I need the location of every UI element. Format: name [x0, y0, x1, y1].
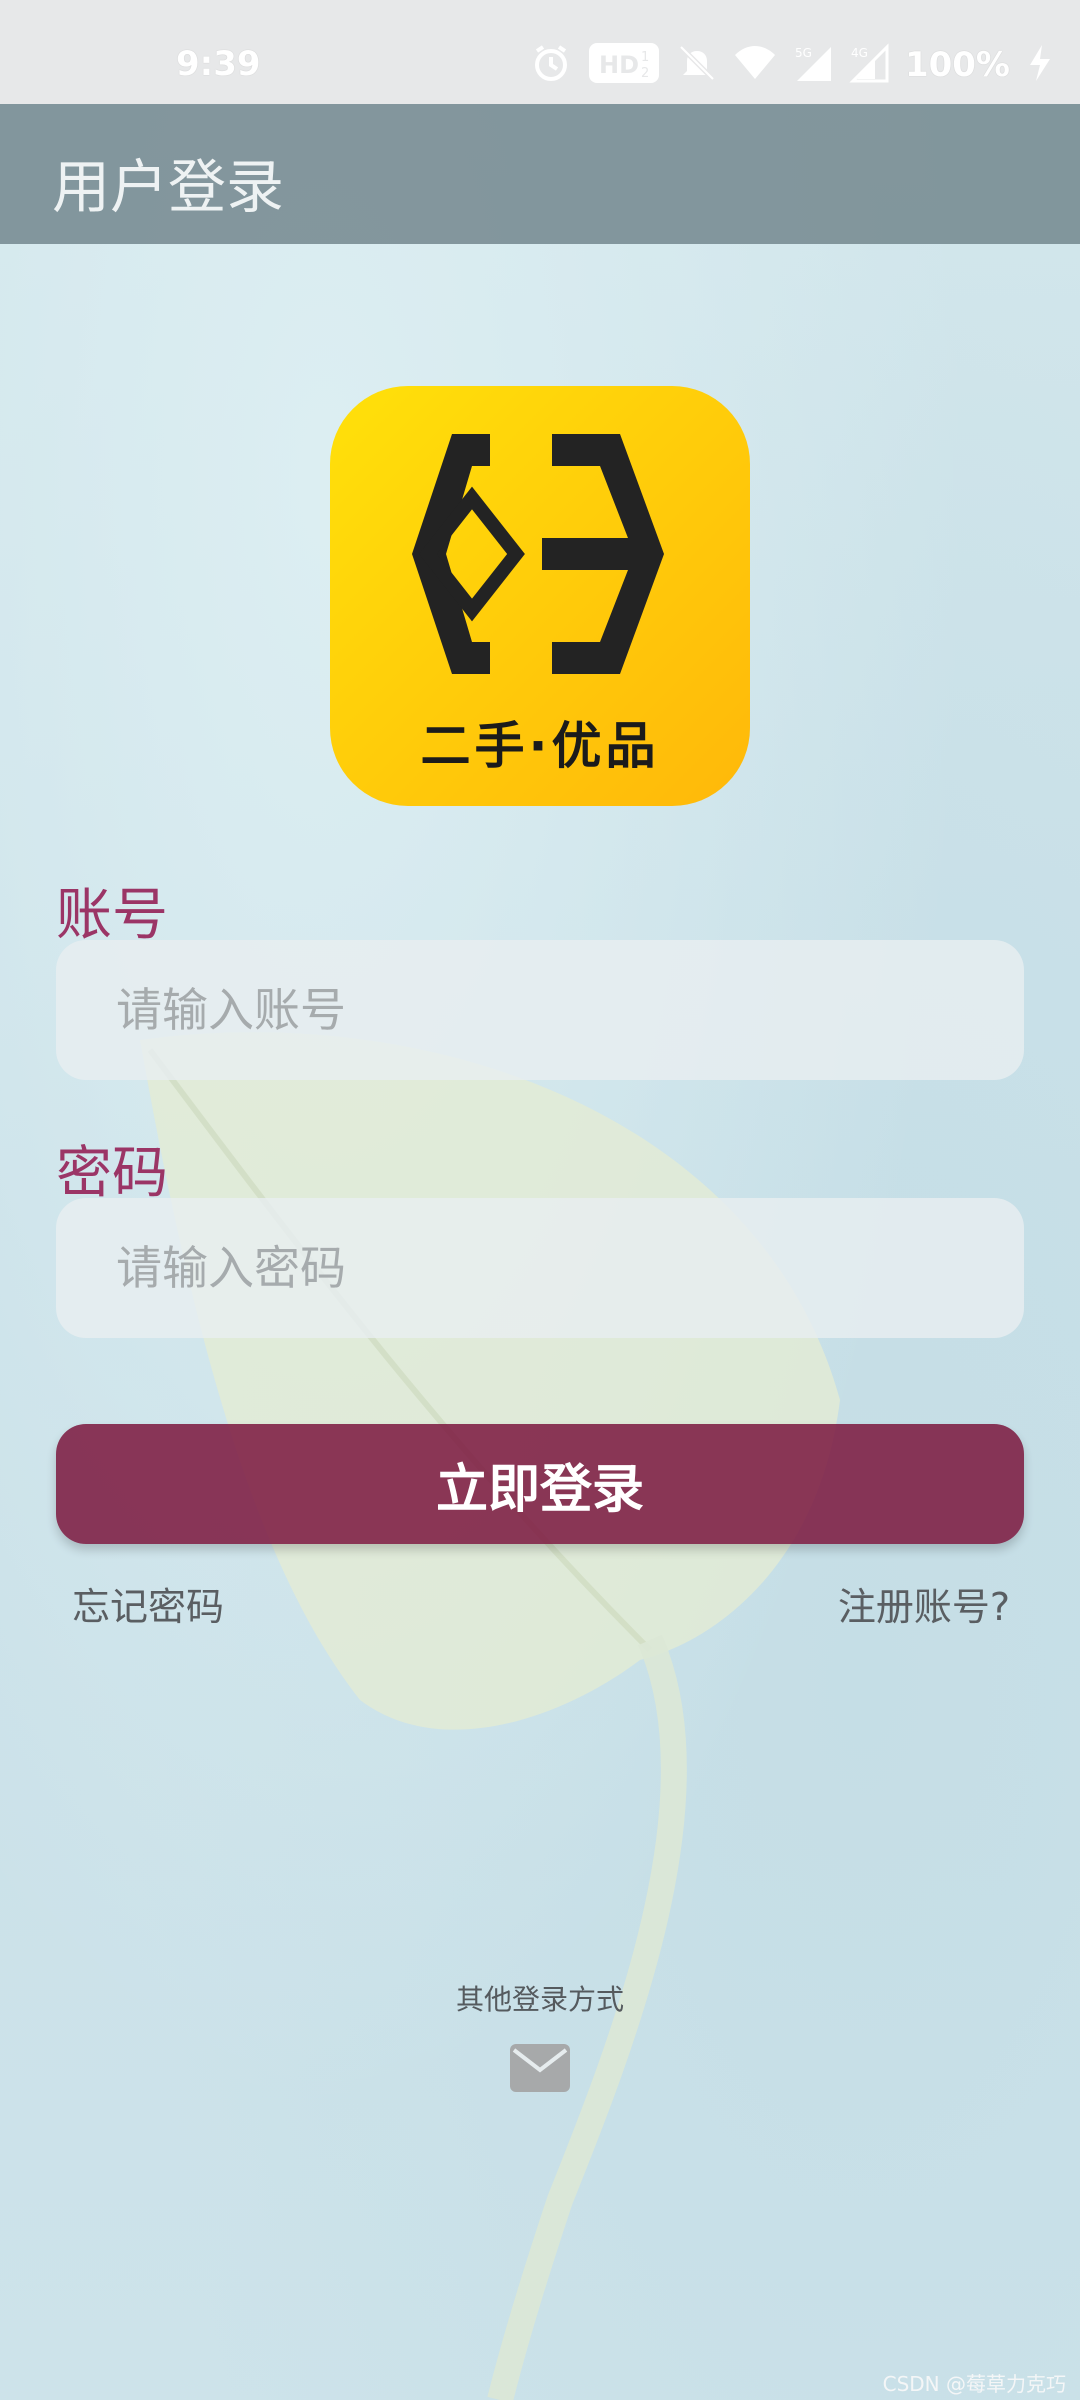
- svg-text:1: 1: [641, 50, 649, 65]
- mail-icon[interactable]: [510, 2044, 570, 2092]
- other-login-title: 其他登录方式: [455, 1983, 624, 2016]
- svg-text:HD: HD: [599, 51, 639, 79]
- forgot-password-link[interactable]: 忘记密码: [72, 1576, 224, 1631]
- mute-icon: [677, 43, 717, 87]
- password-input[interactable]: [116, 1198, 996, 1338]
- login-button[interactable]: 立即登录: [56, 1424, 1024, 1544]
- alarm-icon: [531, 43, 571, 87]
- logo-text: 二手·优品: [420, 717, 660, 775]
- hd-icon: HD 1 2: [587, 41, 661, 89]
- account-label: 账号: [56, 883, 168, 948]
- svg-text:2: 2: [641, 66, 649, 81]
- app-logo: 二手·优品: [330, 386, 750, 806]
- watermark: CSDN @莓草力克巧: [882, 2372, 1066, 2396]
- password-field-container: [56, 1198, 1024, 1338]
- account-field-container: [56, 940, 1024, 1080]
- app-bar: 用户登录: [0, 104, 1080, 244]
- battery-charging-icon: [1026, 43, 1054, 87]
- page-title: 用户登录: [52, 153, 285, 221]
- wifi-icon: [733, 43, 777, 87]
- password-label: 密码: [56, 1141, 168, 1206]
- svg-text:4G: 4G: [851, 46, 868, 60]
- register-link[interactable]: 注册账号?: [838, 1576, 1010, 1631]
- account-input[interactable]: [116, 940, 996, 1080]
- 5g-signal-icon: 5G: [793, 43, 833, 87]
- status-time: 9:39: [176, 44, 261, 84]
- status-bar: 9:39 HD 1 2 5G 4G 100%: [0, 0, 1080, 104]
- svg-text:5G: 5G: [795, 46, 812, 60]
- 4g-signal-icon: 4G: [849, 43, 889, 87]
- battery-percent: 100%: [904, 45, 1010, 85]
- status-icons: HD 1 2 5G 4G 100%: [531, 40, 1054, 90]
